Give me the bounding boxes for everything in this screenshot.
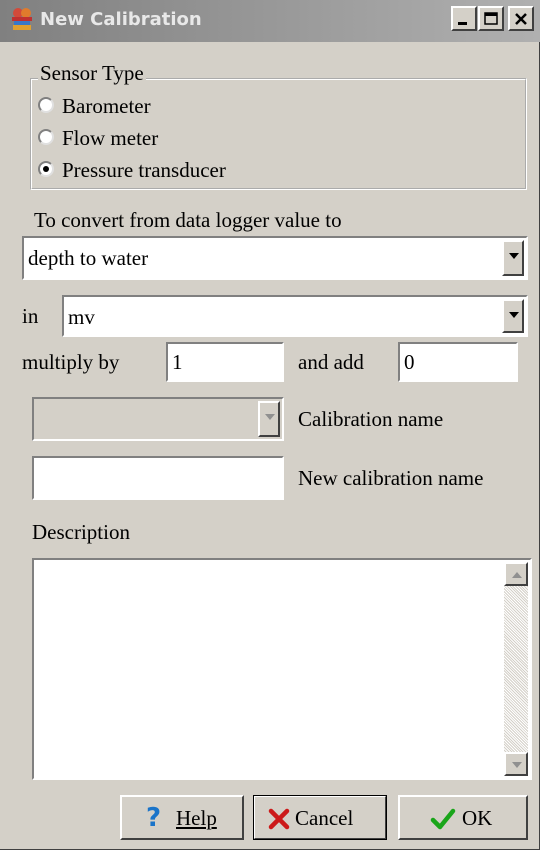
chevron-down-icon xyxy=(509,253,519,259)
red-x-icon xyxy=(268,808,290,830)
description-label: Description xyxy=(32,520,130,544)
scroll-up-button[interactable] xyxy=(504,562,528,586)
ok-button-label: OK xyxy=(462,806,493,830)
convert-dropdown-button[interactable] xyxy=(502,240,524,276)
question-mark-icon: ? xyxy=(146,803,162,833)
close-button[interactable] xyxy=(508,6,534,31)
help-button[interactable]: ? Help xyxy=(120,795,244,840)
convert-label: To convert from data logger value to xyxy=(34,208,342,232)
unit-value: mv xyxy=(68,305,95,329)
scroll-down-button[interactable] xyxy=(504,752,528,776)
unit-label: in xyxy=(22,304,39,328)
cancel-button[interactable]: Cancel xyxy=(253,795,387,840)
scroll-up-icon xyxy=(512,572,522,578)
calibration-name-select[interactable] xyxy=(32,397,284,441)
cancel-button-label: Cancel xyxy=(295,806,354,830)
help-button-label: Help xyxy=(176,806,217,831)
add-value: 0 xyxy=(404,350,415,374)
radio-label: Flow meter xyxy=(62,126,159,150)
radio-label: Pressure transducer xyxy=(62,158,226,182)
maximize-button[interactable] xyxy=(478,6,504,31)
new-calibration-name-label: New calibration name xyxy=(298,466,484,490)
radio-label: Barometer xyxy=(62,94,151,118)
new-calibration-dialog: New Calibration Sensor Type Barometer Fl… xyxy=(0,0,540,850)
chevron-down-icon xyxy=(265,414,275,420)
minimize-icon xyxy=(458,22,467,25)
multiply-value: 1 xyxy=(172,350,183,374)
window-title: New Calibration xyxy=(40,9,202,30)
calibration-name-dropdown-button[interactable] xyxy=(258,401,280,437)
unit-select[interactable]: mv xyxy=(62,295,528,337)
maximize-icon xyxy=(484,12,498,25)
ok-button[interactable]: OK xyxy=(398,795,528,840)
multiply-input[interactable]: 1 xyxy=(166,342,284,382)
chevron-down-icon xyxy=(509,312,519,318)
scroll-down-icon xyxy=(512,762,522,768)
calibration-app-icon xyxy=(9,6,35,32)
green-check-icon xyxy=(430,808,456,830)
add-input[interactable]: 0 xyxy=(398,342,518,382)
unit-dropdown-button[interactable] xyxy=(502,299,524,333)
description-scrollbar[interactable] xyxy=(504,562,528,776)
radio-dot xyxy=(43,166,49,172)
close-icon xyxy=(515,13,527,25)
help-label-text: Help xyxy=(176,806,217,830)
sensor-type-legend: Sensor Type xyxy=(38,61,146,86)
convert-target-value: depth to water xyxy=(28,246,149,270)
add-label: and add xyxy=(298,350,364,374)
description-textarea[interactable] xyxy=(32,558,532,780)
calibration-name-label: Calibration name xyxy=(298,407,444,431)
radio-circle[interactable] xyxy=(38,97,54,113)
multiply-label: multiply by xyxy=(22,350,120,374)
title-bar[interactable]: New Calibration xyxy=(0,0,540,42)
radio-circle-selected[interactable] xyxy=(38,161,54,177)
convert-target-select[interactable]: depth to water xyxy=(22,236,528,280)
minimize-button[interactable] xyxy=(451,6,477,31)
radio-circle[interactable] xyxy=(38,129,54,145)
new-calibration-name-input[interactable] xyxy=(32,456,284,500)
